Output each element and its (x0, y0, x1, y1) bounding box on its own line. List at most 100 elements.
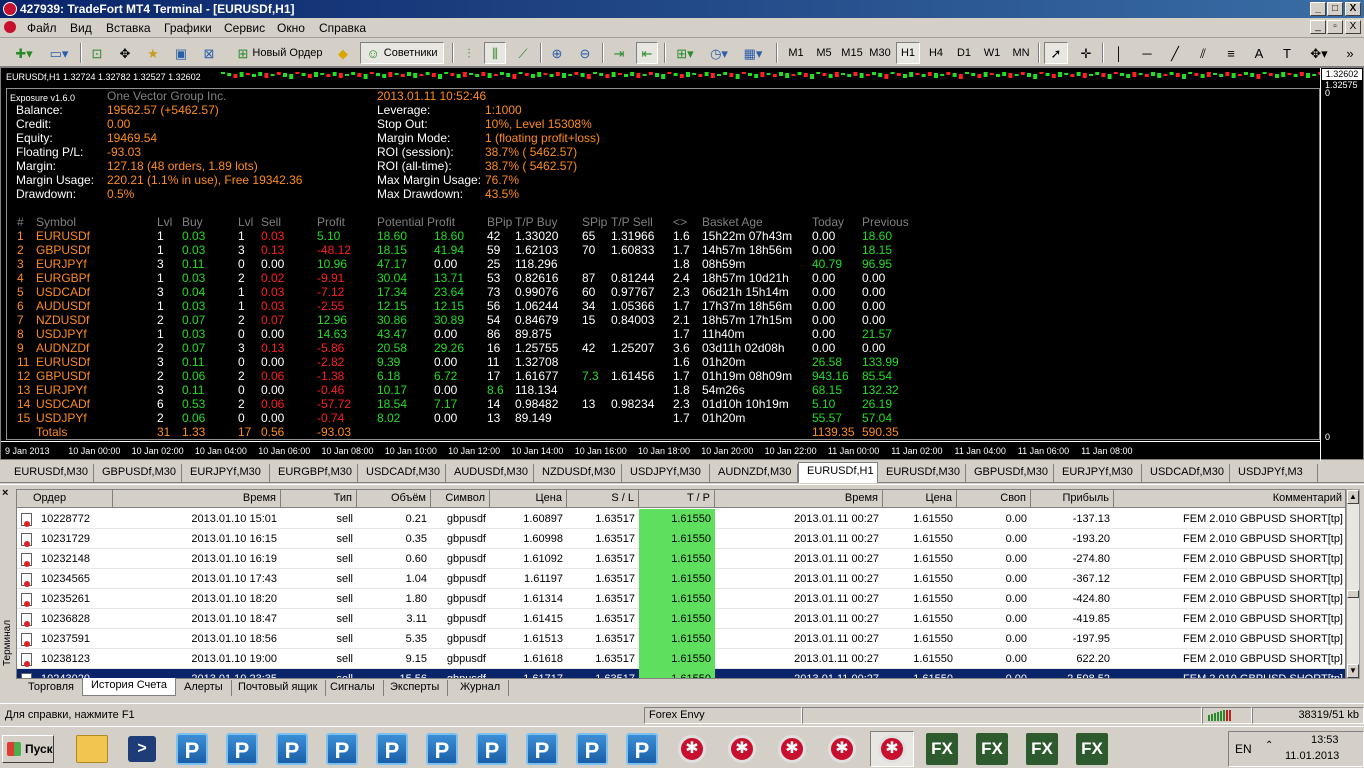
chart-tab[interactable]: AUDUSDf,M30 (446, 464, 534, 482)
column-header[interactable]: Ордер (17, 490, 113, 508)
menu-file[interactable]: Файл (27, 21, 57, 35)
chart-tab[interactable]: EURUSDf,M30 (6, 464, 94, 482)
table-row[interactable]: 10234565 2013.01.10 17:43 sell 1.04 gbpusdf 1… (17, 569, 1345, 589)
column-header[interactable]: Комментарий (1114, 490, 1345, 508)
column-header[interactable]: Цена (883, 490, 957, 508)
table-row[interactable]: 10237591 2013.01.10 18:56 sell 5.35 gbpusdf 1… (17, 629, 1345, 649)
line-chart-icon[interactable]: ⟋ (512, 42, 534, 64)
taskbar-app-button[interactable]: P (270, 731, 314, 767)
profiles-button[interactable]: ▭▾ (44, 42, 74, 64)
periods-button[interactable]: ◷▾ (704, 42, 734, 64)
zoom-in-icon[interactable]: ⊕ (546, 42, 568, 64)
candlestick-icon[interactable]: ⫼ (484, 42, 506, 64)
language-indicator[interactable]: EN (1235, 742, 1252, 756)
text-icon[interactable]: A (1248, 42, 1270, 64)
mdi-restore-button[interactable]: ▫ (1327, 20, 1343, 34)
terminal-tab[interactable]: Эксперты (382, 680, 449, 696)
taskbar-app-button[interactable]: FX (1070, 731, 1114, 767)
taskbar-app-button[interactable]: ✱ (720, 731, 764, 767)
horizontal-line-icon[interactable]: ─ (1136, 42, 1158, 64)
menu-charts[interactable]: Графики (164, 21, 212, 35)
taskbar-app-button[interactable]: P (620, 731, 664, 767)
column-header[interactable]: S / L (567, 490, 639, 508)
status-profile[interactable]: Forex Envy (644, 707, 802, 724)
table-row[interactable]: 10235261 2013.01.10 18:20 sell 1.80 gbpusdf 1… (17, 589, 1345, 609)
tester-icon[interactable]: ⊠ (198, 42, 220, 64)
taskbar-app-button[interactable]: P (470, 731, 514, 767)
period-mn-button[interactable]: MN (1008, 42, 1034, 64)
period-h1-button[interactable]: H1 (896, 42, 920, 64)
taskbar-app-button[interactable]: P (520, 731, 564, 767)
autoscroll-icon[interactable]: ⇥ (608, 42, 630, 64)
table-row[interactable]: 10238123 2013.01.10 19:00 sell 9.15 gbpusdf 1… (17, 649, 1345, 669)
terminal-tab[interactable]: Журнал (452, 680, 510, 696)
scroll-thumb[interactable] (1347, 590, 1359, 598)
table-row[interactable]: 10243020 2013.01.10 23:35 sell 15.56 gbpusdf… (17, 669, 1345, 678)
column-header[interactable]: Цена (490, 490, 567, 508)
zoom-out-icon[interactable]: ⊖ (574, 42, 596, 64)
fibonacci-icon[interactable]: ≡ (1220, 42, 1242, 64)
trendline-icon[interactable]: ╱ (1164, 42, 1186, 64)
column-header[interactable]: Объём (357, 490, 431, 508)
new-order-button[interactable]: ⊞ Новый Ордер (232, 42, 328, 64)
account-history-table[interactable]: Ордер Время Тип Объём Символ Цена S / LT / P Вр… (16, 489, 1346, 679)
taskbar-app-button[interactable]: FX (970, 731, 1014, 767)
chart-tab[interactable]: GBPUSDf,M30 (94, 464, 182, 482)
menu-insert[interactable]: Вставка (106, 21, 151, 35)
market-watch-icon[interactable]: ⊡ (86, 42, 108, 64)
text-label-icon[interactable]: T (1276, 42, 1298, 64)
vertical-scrollbar[interactable]: ▲ ▼ (1346, 489, 1360, 679)
cursor-icon[interactable]: ➚ (1044, 42, 1068, 64)
chart-tab[interactable]: USDCADf,M30 (358, 464, 446, 482)
close-button[interactable]: X (1345, 2, 1361, 16)
chart-tab[interactable]: USDJPYf,M30 (622, 464, 710, 482)
menu-window[interactable]: Окно (277, 21, 305, 35)
menu-help[interactable]: Справка (319, 21, 366, 35)
column-header[interactable]: Тип (281, 490, 357, 508)
column-header[interactable]: Прибыль (1031, 490, 1114, 508)
terminal-tab[interactable]: История Счета (82, 678, 177, 696)
scroll-down-icon[interactable]: ▼ (1347, 664, 1359, 678)
taskbar-app-button[interactable] (70, 731, 114, 767)
table-row[interactable]: 10236828 2013.01.10 18:47 sell 3.11 gbpusdf 1… (17, 609, 1345, 629)
table-row[interactable]: 10228772 2013.01.10 15:01 sell 0.21 gbpusdf 1… (17, 509, 1345, 529)
taskbar-app-button[interactable]: P (570, 731, 614, 767)
column-header[interactable]: Время (113, 490, 281, 508)
crosshair-icon[interactable]: ✛ (1074, 42, 1098, 64)
chart-tab[interactable]: USDJPYf,M3 (1230, 464, 1318, 482)
chart-tab[interactable]: EURUSDf,M30 (878, 464, 966, 482)
start-button[interactable]: Пуск (2, 735, 54, 763)
taskbar-app-button[interactable]: P (370, 731, 414, 767)
minimize-button[interactable]: _ (1310, 2, 1326, 16)
menu-view[interactable]: Вид (70, 21, 92, 35)
mdi-minimize-button[interactable]: _ (1310, 20, 1326, 34)
chart-tab[interactable]: NZDUSDf,M30 (534, 464, 622, 482)
taskbar-app-button[interactable]: ✱ (670, 731, 714, 767)
clock-date[interactable]: 11.01.2013 (1285, 750, 1339, 762)
period-d1-button[interactable]: D1 (952, 42, 976, 64)
chart-shift-icon[interactable]: ⇤ (636, 42, 658, 64)
period-w1-button[interactable]: W1 (980, 42, 1004, 64)
maximize-button[interactable]: □ (1327, 2, 1343, 16)
metaeditor-icon[interactable]: ◆ (332, 42, 354, 64)
period-m15-button[interactable]: M15 (838, 42, 866, 64)
period-m5-button[interactable]: M5 (812, 42, 836, 64)
taskbar-app-button[interactable]: P (220, 731, 264, 767)
taskbar-app-button[interactable]: ✱ (870, 731, 914, 767)
taskbar-app-button[interactable]: P (320, 731, 364, 767)
data-window-icon[interactable]: ✥ (114, 42, 136, 64)
column-header[interactable]: Символ (431, 490, 490, 508)
terminal-tab[interactable]: Почтовый ящик (230, 680, 327, 696)
mdi-close-button[interactable]: X (1345, 20, 1361, 34)
column-header[interactable]: Своп (957, 490, 1031, 508)
column-header[interactable]: T / P (639, 490, 715, 508)
new-chart-button[interactable]: ✚▾ (8, 42, 40, 64)
chart-tab[interactable]: EURJPYf,M30 (182, 464, 270, 482)
taskbar-app-button[interactable]: P (170, 731, 214, 767)
taskbar-app-button[interactable]: P (420, 731, 464, 767)
scroll-up-icon[interactable]: ▲ (1347, 490, 1359, 504)
navigator-icon[interactable]: ★ (142, 42, 164, 64)
period-m1-button[interactable]: M1 (784, 42, 808, 64)
toolbar-overflow-icon[interactable]: » (1340, 42, 1360, 64)
taskbar-app-button[interactable]: > (120, 731, 164, 767)
